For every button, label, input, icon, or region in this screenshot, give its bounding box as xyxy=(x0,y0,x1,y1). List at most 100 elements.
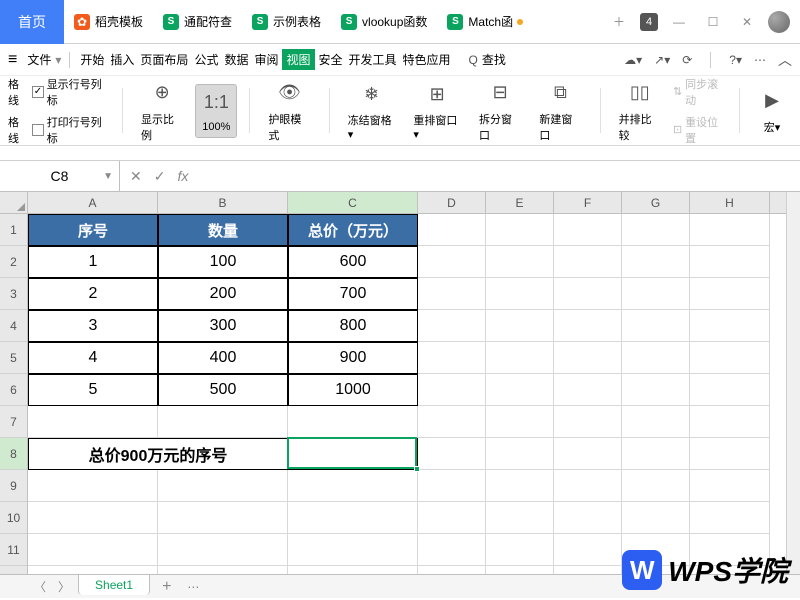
zoom-button[interactable]: ⊕ 显示比例 xyxy=(135,75,189,147)
cell[interactable] xyxy=(554,438,622,470)
show-rowcol-checkbox[interactable]: ✓ xyxy=(32,86,44,98)
cell[interactable] xyxy=(288,438,418,470)
cell[interactable] xyxy=(418,374,486,406)
row-header-4[interactable]: 4 xyxy=(0,310,28,342)
cell[interactable] xyxy=(486,214,554,246)
col-header-C[interactable]: C xyxy=(288,192,418,213)
vertical-scrollbar[interactable] xyxy=(786,192,800,598)
cell[interactable]: 3 xyxy=(28,310,158,342)
cell[interactable] xyxy=(622,342,690,374)
cell[interactable] xyxy=(622,470,690,502)
cell[interactable] xyxy=(486,406,554,438)
cell[interactable] xyxy=(690,406,770,438)
cell[interactable] xyxy=(158,534,288,566)
sheet-tab[interactable]: Sheet1 xyxy=(78,574,150,595)
cell[interactable] xyxy=(486,470,554,502)
cell[interactable] xyxy=(622,438,690,470)
cell[interactable] xyxy=(28,502,158,534)
cell[interactable] xyxy=(418,502,486,534)
rearrange-button[interactable]: ⊞ 重排窗口▾ xyxy=(407,76,467,145)
cell[interactable] xyxy=(418,534,486,566)
minimize-button[interactable]: ― xyxy=(666,9,692,35)
col-header-A[interactable]: A xyxy=(28,192,158,213)
tab-doc-3[interactable]: S vlookup函数 xyxy=(331,0,437,44)
sidebyside-button[interactable]: ▯▯ 并排比较 xyxy=(613,75,667,147)
cell[interactable] xyxy=(690,502,770,534)
cell[interactable] xyxy=(690,374,770,406)
cell[interactable] xyxy=(554,374,622,406)
cell[interactable] xyxy=(690,246,770,278)
name-box[interactable]: C8 ▼ xyxy=(0,161,120,191)
cell[interactable]: 总价900万元的序号 xyxy=(28,438,288,470)
cell[interactable]: 700 xyxy=(288,278,418,310)
cloud-icon[interactable]: ☁▾ xyxy=(624,53,642,67)
menu-review[interactable]: 审阅 xyxy=(252,48,280,71)
close-button[interactable]: ✕ xyxy=(734,9,760,35)
menu-view[interactable]: 视图 xyxy=(282,49,314,70)
cell[interactable] xyxy=(158,502,288,534)
cancel-icon[interactable]: ✕ xyxy=(130,168,142,185)
cell[interactable] xyxy=(690,342,770,374)
cell[interactable] xyxy=(554,502,622,534)
cell[interactable] xyxy=(622,214,690,246)
row-header-7[interactable]: 7 xyxy=(0,406,28,438)
cell[interactable] xyxy=(288,502,418,534)
collapse-ribbon-icon[interactable]: ︿ xyxy=(778,50,792,70)
cell[interactable] xyxy=(418,246,486,278)
cell[interactable] xyxy=(690,214,770,246)
cell[interactable] xyxy=(288,534,418,566)
eye-mode-button[interactable]: 👁 护眼模式 xyxy=(262,75,316,147)
cell[interactable]: 1 xyxy=(28,246,158,278)
cell[interactable] xyxy=(554,470,622,502)
cell[interactable] xyxy=(554,278,622,310)
tab-template[interactable]: ✿ 稻壳模板 xyxy=(64,0,153,44)
menu-devtools[interactable]: 开发工具 xyxy=(347,48,399,71)
cell[interactable] xyxy=(622,406,690,438)
menu-layout[interactable]: 页面布局 xyxy=(138,48,190,71)
col-header-E[interactable]: E xyxy=(486,192,554,213)
row-header-5[interactable]: 5 xyxy=(0,342,28,374)
row-header-6[interactable]: 6 xyxy=(0,374,28,406)
row-header-1[interactable]: 1 xyxy=(0,214,28,246)
row-header-11[interactable]: 11 xyxy=(0,534,28,566)
cell[interactable] xyxy=(418,278,486,310)
menu-start[interactable]: 开始 xyxy=(78,48,106,71)
col-header-B[interactable]: B xyxy=(158,192,288,213)
cell[interactable] xyxy=(486,278,554,310)
help-icon[interactable]: ?▾ xyxy=(729,53,742,67)
cell[interactable] xyxy=(418,438,486,470)
cell[interactable]: 数量 xyxy=(158,214,288,246)
sheet-next-icon[interactable]: 〉 xyxy=(54,578,74,595)
cell[interactable] xyxy=(554,406,622,438)
cell[interactable]: 1000 xyxy=(288,374,418,406)
cell[interactable] xyxy=(418,406,486,438)
cell[interactable]: 100 xyxy=(158,246,288,278)
cell[interactable] xyxy=(418,310,486,342)
cell[interactable]: 400 xyxy=(158,342,288,374)
row-header-2[interactable]: 2 xyxy=(0,246,28,278)
search-button[interactable]: 查找 xyxy=(480,48,508,71)
row-header-3[interactable]: 3 xyxy=(0,278,28,310)
add-sheet-button[interactable]: + xyxy=(154,578,179,596)
file-menu[interactable]: 文件 xyxy=(25,48,53,71)
cell[interactable] xyxy=(486,534,554,566)
cells[interactable]: 序号数量总价（万元）110060022007003300800440090055… xyxy=(28,214,786,598)
tab-doc-2[interactable]: S 示例表格 xyxy=(242,0,331,44)
cell[interactable] xyxy=(288,470,418,502)
accept-icon[interactable]: ✓ xyxy=(154,168,166,185)
cell[interactable] xyxy=(622,502,690,534)
cell[interactable] xyxy=(486,342,554,374)
cell[interactable] xyxy=(690,310,770,342)
fill-handle[interactable] xyxy=(414,466,420,472)
cell[interactable] xyxy=(158,470,288,502)
cell[interactable] xyxy=(158,406,288,438)
cell[interactable] xyxy=(554,534,622,566)
maximize-button[interactable]: ☐ xyxy=(700,9,726,35)
more-icon[interactable]: ⋯ xyxy=(754,53,766,67)
cell[interactable]: 500 xyxy=(158,374,288,406)
cell[interactable] xyxy=(690,438,770,470)
menu-insert[interactable]: 插入 xyxy=(108,48,136,71)
tab-count-badge[interactable]: 4 xyxy=(640,13,658,31)
cell[interactable]: 4 xyxy=(28,342,158,374)
cell[interactable] xyxy=(288,406,418,438)
